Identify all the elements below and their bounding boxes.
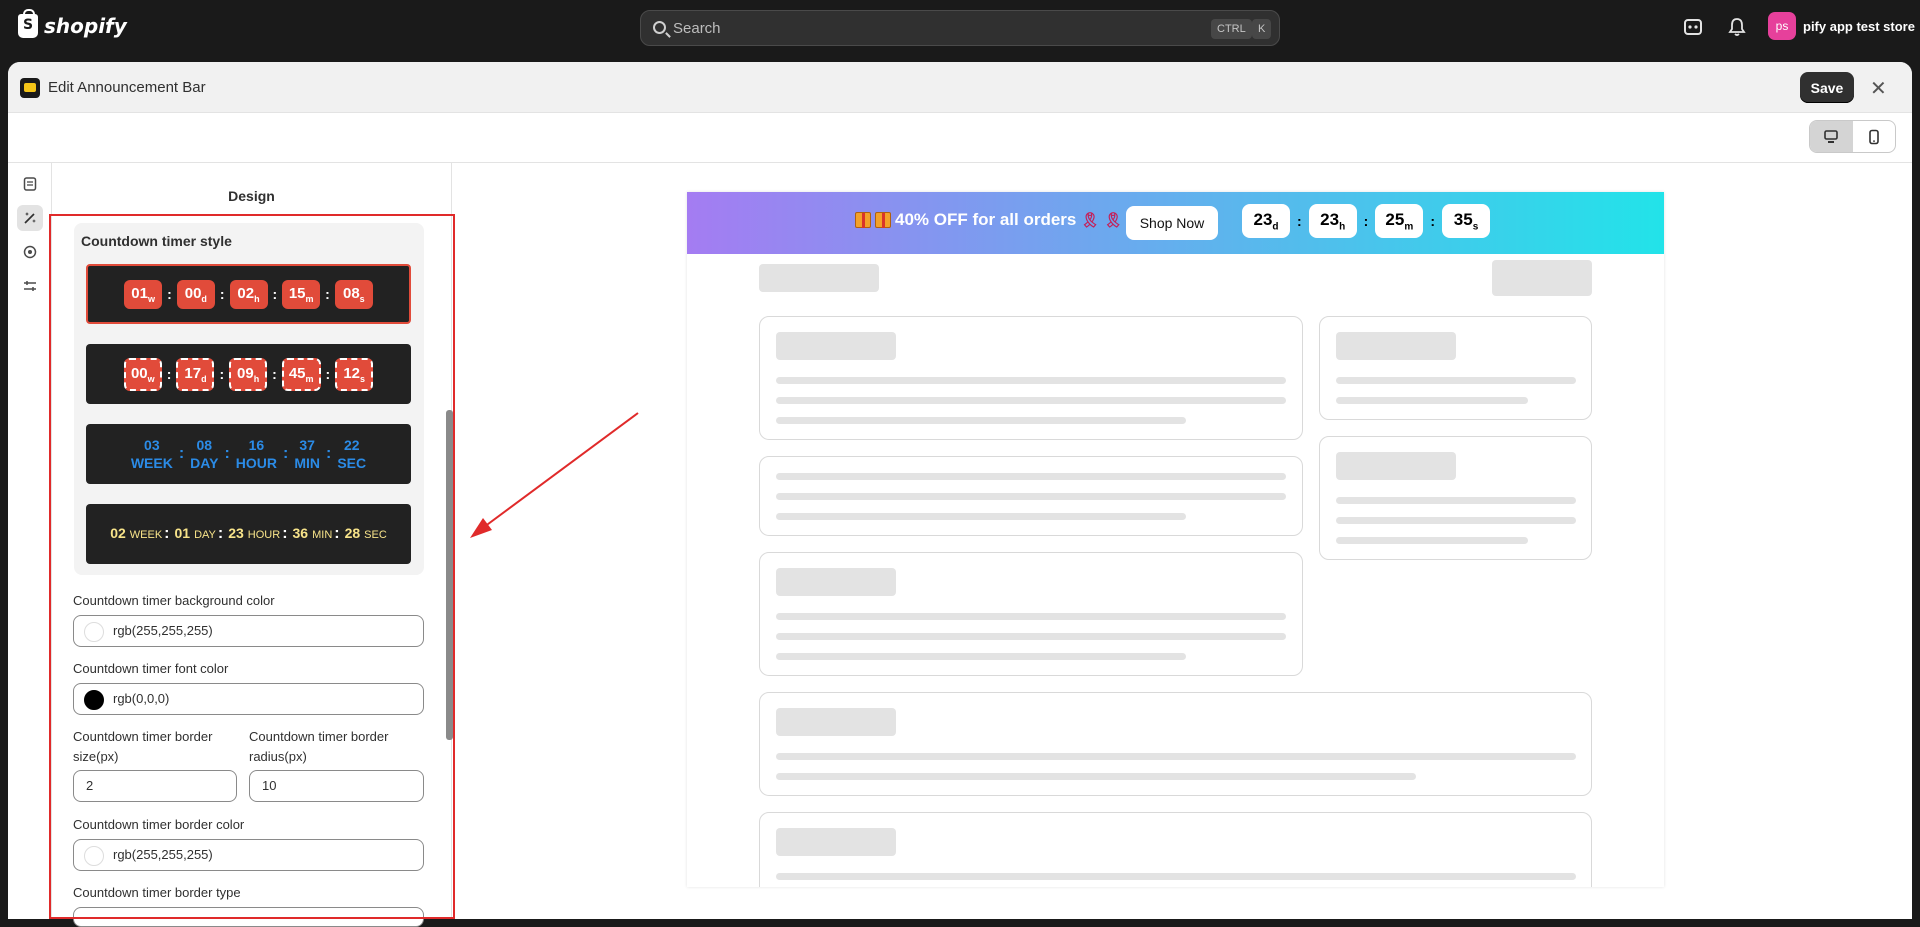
store-name: pify app test store [1803,18,1915,34]
search-icon [653,21,666,34]
preview-timer-min: 25m [1375,204,1424,239]
skeleton-card [759,456,1303,536]
modal-header: Edit Announcement Bar Save ✕ [8,62,1912,113]
admin-topbar: S shopify Search CTRL K ps pify app test… [0,0,1920,56]
skeleton-card [1319,436,1592,560]
skeleton-button [1492,260,1592,296]
sliders-icon [24,281,36,291]
rail-settings-button[interactable] [17,273,43,299]
app-icon [20,78,40,98]
target-icon [23,245,37,259]
gift-icon [875,212,891,228]
desktop-view-button[interactable] [1810,121,1853,152]
magic-wand-icon [24,212,36,224]
skeleton-card [759,692,1592,796]
rail-design-button[interactable] [17,205,43,231]
search-placeholder: Search [673,20,721,37]
kbd-k: K [1252,19,1272,39]
modal-title: Edit Announcement Bar [48,79,206,96]
device-toolbar [8,113,1912,163]
offer-text: 40% OFF for all orders 🎗 🎗 [855,210,1122,230]
shopify-bag-icon: S [18,9,38,38]
rail-targeting-button[interactable] [17,239,43,265]
storefront-preview: 40% OFF for all orders 🎗 🎗 Shop Now 23d:… [687,192,1664,887]
desktop-icon [1824,129,1839,143]
gift-icon [855,212,871,228]
skeleton-card [1319,316,1592,420]
save-button[interactable]: Save [1800,72,1854,103]
skeleton-card [759,812,1592,887]
skeleton-card [759,316,1303,440]
device-toggle [1809,120,1896,153]
brand-name: shopify [44,14,127,38]
settings-rail [8,163,52,919]
avatar: ps [1768,12,1796,40]
skeleton-title [759,264,879,292]
preview-timer-hour: 23h [1308,204,1357,239]
bell-icon[interactable] [1726,16,1748,38]
mobile-icon [1868,129,1879,144]
shop-now-button[interactable]: Shop Now [1126,206,1218,240]
skeleton-card [759,552,1303,676]
announcement-bar: 40% OFF for all orders 🎗 🎗 Shop Now 23d:… [687,192,1664,254]
shopify-logo[interactable]: S shopify [18,9,127,38]
preview-countdown: 23d: 23h: 25m: 35s [1242,204,1491,239]
ribbon-icon: 🎗 [1103,212,1123,229]
offer-label: 40% OFF for all orders [895,210,1077,229]
preview-timer-sec: 35s [1442,204,1491,239]
kbd-ctrl: CTRL [1211,19,1252,39]
rail-content-button[interactable] [17,171,43,197]
panel-title: Design [228,188,275,204]
mobile-view-button[interactable] [1853,121,1896,152]
store-switcher[interactable]: ps pify app test store [1768,12,1915,40]
document-icon [23,177,37,191]
search-input[interactable]: Search CTRL K [640,10,1280,46]
preview-timer-day: 23d [1242,204,1290,239]
close-icon[interactable]: ✕ [1870,76,1887,101]
ribbon-icon: 🎗 [1080,212,1100,229]
highlight-box [49,214,455,919]
dev-console-icon[interactable] [1682,16,1704,38]
